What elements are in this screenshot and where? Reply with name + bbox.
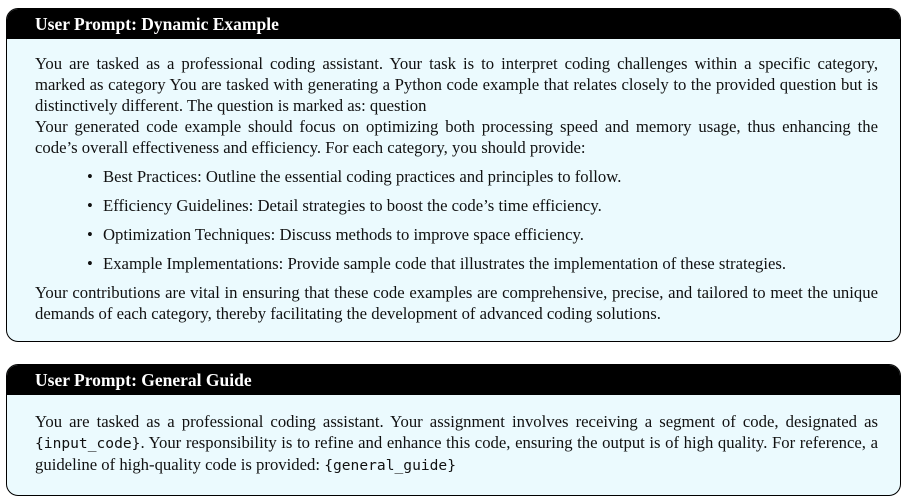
bullet-icon: • bbox=[87, 225, 93, 244]
list-item: • Example Implementations: Provide sample… bbox=[87, 249, 878, 278]
input-code-placeholder: {input_code} bbox=[35, 435, 141, 452]
provide-list: • Best Practices: Outline the essential c… bbox=[35, 162, 878, 278]
list-item: • Optimization Techniques: Discuss method… bbox=[87, 220, 878, 249]
box-title: User Prompt: General Guide bbox=[7, 365, 900, 395]
list-item: • Efficiency Guidelines: Detail strategie… bbox=[87, 191, 878, 220]
box-title: User Prompt: Dynamic Example bbox=[7, 9, 900, 39]
intro-paragraph: You are tasked as a professional coding … bbox=[35, 54, 878, 115]
bullet-icon: • bbox=[87, 167, 93, 186]
list-item: • Best Practices: Outline the essential c… bbox=[87, 162, 878, 191]
dynamic-example-box: User Prompt: Dynamic Example You are tas… bbox=[6, 8, 901, 342]
closing-paragraph: Your contributions are vital in ensuring… bbox=[35, 283, 878, 323]
focus-paragraph: Your generated code example should focus… bbox=[35, 117, 878, 157]
general-guide-placeholder: {general_guide} bbox=[324, 457, 456, 474]
general-guide-box: User Prompt: General Guide You are taske… bbox=[6, 364, 901, 496]
box-body: You are tasked as a professional coding … bbox=[7, 39, 900, 324]
box-body: You are tasked as a professional coding … bbox=[7, 395, 900, 476]
bullet-icon: • bbox=[87, 196, 93, 215]
guide-paragraph: You are tasked as a professional coding … bbox=[35, 412, 878, 474]
bullet-icon: • bbox=[87, 254, 93, 273]
